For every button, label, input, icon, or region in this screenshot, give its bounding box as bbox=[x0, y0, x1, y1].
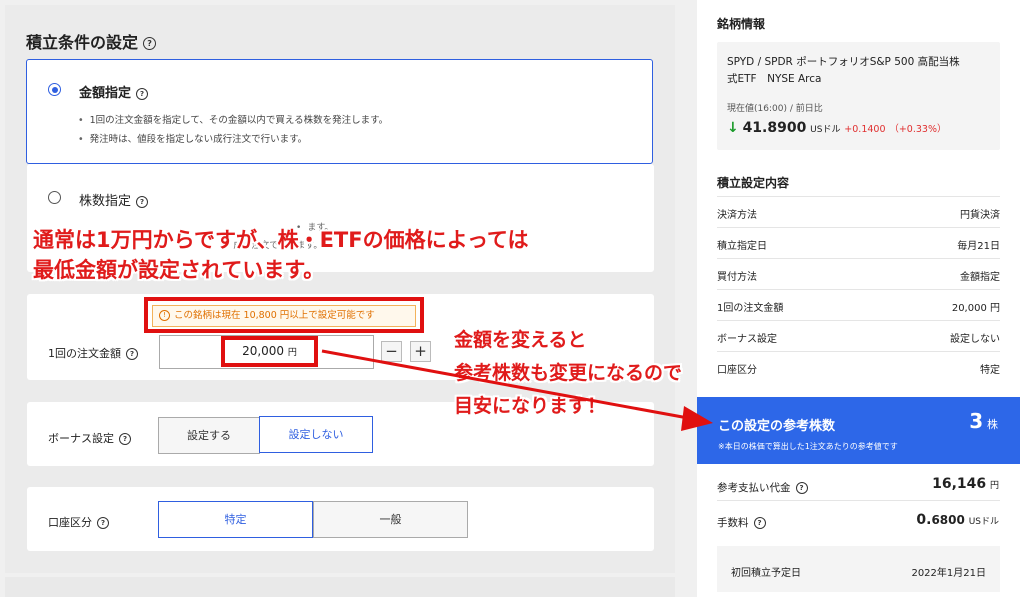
annotation-arrow bbox=[321, 349, 713, 431]
annotation-arrow-head bbox=[681, 406, 713, 431]
annotation-arrow-line bbox=[321, 349, 689, 420]
